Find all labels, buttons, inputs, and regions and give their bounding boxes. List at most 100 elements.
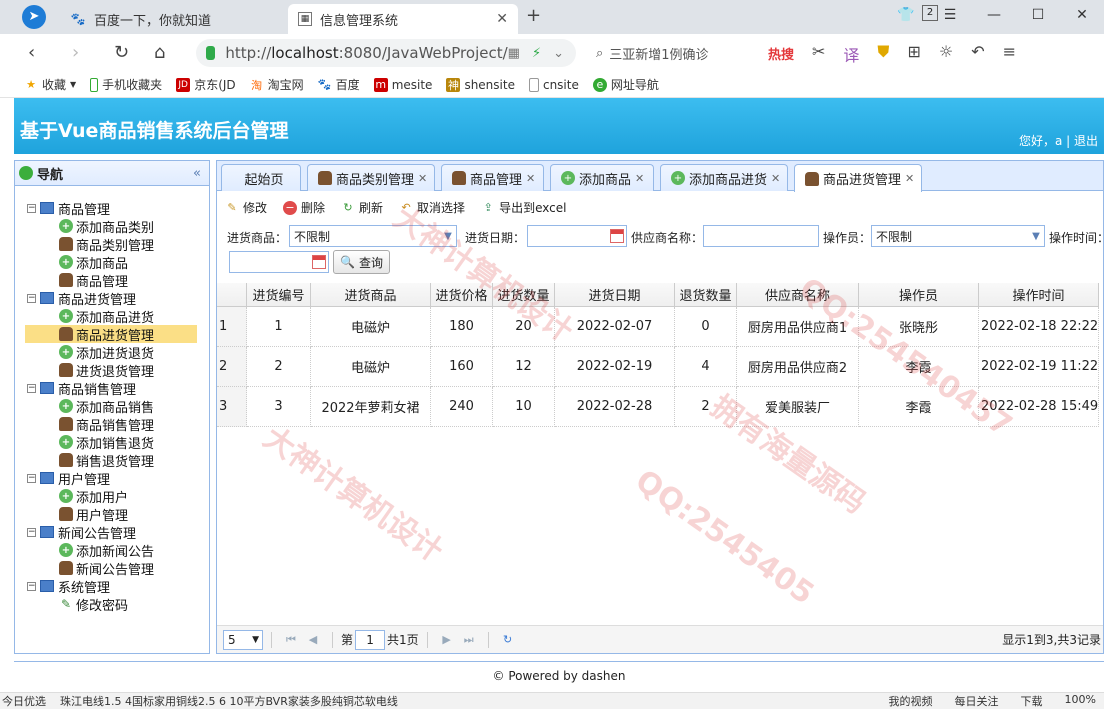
translate-icon[interactable]: 译 [843, 42, 859, 66]
query-button[interactable]: 🔍 查询 [333, 250, 390, 274]
nav-item[interactable]: + 添加新闻公告 [27, 541, 209, 560]
new-tab-icon[interactable]: + [526, 5, 541, 26]
nav-item[interactable]: 进货退货管理 [27, 361, 209, 380]
nav-group[interactable]: − 用户管理 [27, 469, 209, 488]
page-tab[interactable]: 商品管理 ✕ [441, 164, 544, 191]
operator-select[interactable]: 不限制 ▼ [871, 225, 1045, 247]
undo-icon[interactable]: ↶ [971, 42, 984, 66]
logout-link[interactable]: 退出 [1074, 134, 1098, 148]
collapse-toggle-icon[interactable]: − [27, 581, 36, 591]
browser-compass-icon[interactable]: ➤ [22, 5, 46, 29]
lightning-icon[interactable]: ⚡ [532, 46, 541, 61]
close-icon[interactable]: ✕ [905, 172, 914, 185]
url-input[interactable]: http://localhost:8080/JavaWebProject/ ▦ … [196, 39, 576, 67]
collapse-toggle-icon[interactable]: − [27, 203, 36, 213]
nav-item[interactable]: 用户管理 [27, 505, 209, 524]
reload-icon[interactable]: ↻ [497, 633, 519, 646]
close-window-icon[interactable]: ✕ [1060, 0, 1104, 30]
column-header[interactable]: 进货数量 [493, 283, 555, 307]
status-zoom[interactable]: 100% [1065, 693, 1096, 709]
collapse-icon[interactable]: « [193, 166, 201, 181]
table-row[interactable]: 3 3 2022年萝莉女裙 240 10 2022-02-28 2 爱美服装厂 李霞 2022-0… [217, 387, 1099, 427]
purchase-date-input[interactable] [527, 225, 627, 247]
deselect-button[interactable]: ↶ 取消选择 [399, 199, 465, 216]
bookmark-favorites[interactable]: ★ 收藏 ▼ [24, 76, 76, 93]
page-size-select[interactable]: 5 ▼ [223, 629, 263, 650]
status-ticker[interactable]: 珠江电线1.5 4国标家用铜线2.5 6 10平方BVR家装多股纯铜芯软电线 [60, 693, 398, 709]
page-tab[interactable]: 起始页 [221, 164, 301, 191]
first-page-icon[interactable]: ⏮ [280, 633, 302, 647]
export-excel-button[interactable]: ⇪ 导出到excel [481, 199, 566, 216]
collapse-toggle-icon[interactable]: − [27, 293, 36, 303]
column-header[interactable]: 进货价格 [431, 283, 493, 307]
column-header[interactable]: 操作员 [859, 283, 979, 307]
calendar-icon[interactable] [312, 255, 326, 269]
bookmark-jd[interactable]: JD 京东(JD [176, 76, 236, 93]
status-left[interactable]: 今日优选 [0, 693, 46, 709]
page-tab[interactable]: + 添加商品 ✕ [550, 164, 654, 191]
next-page-icon[interactable]: ▶ [436, 633, 458, 646]
page-tab[interactable]: 商品进货管理 ✕ [794, 164, 922, 192]
column-header[interactable]: 进货编号 [247, 283, 311, 307]
page-tab[interactable]: 商品类别管理 ✕ [307, 164, 435, 191]
nav-item[interactable]: 商品管理 [27, 271, 209, 290]
nav-item[interactable]: + 添加商品 [27, 253, 209, 272]
column-header[interactable]: 进货日期 [555, 283, 675, 307]
hot-search-badge[interactable]: 热搜 [768, 44, 802, 63]
apps-icon[interactable]: ⊞ [907, 42, 920, 66]
collapse-toggle-icon[interactable]: − [27, 473, 36, 483]
nav-group[interactable]: − 新闻公告管理 [27, 523, 209, 542]
status-daily[interactable]: 每日关注 [955, 693, 999, 709]
bookmark-nav[interactable]: e 网址导航 [592, 76, 659, 93]
nav-item[interactable]: + 添加商品进货 [27, 307, 209, 326]
page-tab[interactable]: + 添加商品进货 ✕ [660, 164, 788, 191]
home-icon[interactable]: ⌂ [154, 42, 165, 63]
status-video[interactable]: 我的视频 [889, 693, 933, 709]
refresh-button[interactable]: ↻ 刷新 [341, 199, 383, 216]
supplier-input[interactable] [703, 225, 819, 247]
minimize-icon[interactable]: — [972, 0, 1016, 30]
browser-tab-active[interactable]: ▦ 信息管理系统 ✕ [288, 4, 518, 34]
grid-icon[interactable]: ▦ [508, 46, 520, 61]
nav-item[interactable]: 商品进货管理 [25, 325, 197, 344]
scissors-icon[interactable]: ✂ [812, 42, 825, 66]
menu-icon[interactable]: ≡ [1003, 42, 1016, 66]
bookmark-cnsite[interactable]: cnsite [528, 77, 579, 92]
page-number-input[interactable]: 1 [355, 629, 386, 650]
brightness-icon[interactable]: ☼ [939, 42, 953, 66]
maximize-icon[interactable]: ☐ [1016, 0, 1060, 30]
nav-group[interactable]: − 系统管理 [27, 577, 209, 596]
back-icon[interactable]: ‹ [28, 42, 35, 63]
nav-item[interactable]: + 添加进货退货 [27, 343, 209, 362]
collapse-toggle-icon[interactable]: − [27, 527, 36, 537]
close-icon[interactable]: ✕ [635, 172, 644, 185]
delete-button[interactable]: − 删除 [283, 199, 325, 216]
shirt-icon[interactable]: 👕 [884, 0, 928, 30]
nav-group[interactable]: − 商品销售管理 [27, 379, 209, 398]
nav-item[interactable]: + 添加销售退货 [27, 433, 209, 452]
nav-item[interactable]: + 添加商品类别 [27, 217, 209, 236]
close-icon[interactable]: ✕ [496, 11, 508, 27]
nav-group[interactable]: − 商品管理 [27, 199, 209, 218]
optime-input[interactable] [229, 251, 329, 273]
column-header[interactable]: 供应商名称 [737, 283, 859, 307]
browser-tab-baidu[interactable]: 🐾 百度一下，你就知道 [60, 4, 288, 34]
close-icon[interactable]: ✕ [771, 172, 780, 185]
close-icon[interactable]: ✕ [526, 172, 535, 185]
column-header[interactable]: 退货数量 [675, 283, 737, 307]
table-row[interactable]: 1 1 电磁炉 180 20 2022-02-07 0 厨房用品供应商1 张晓彤 2022-02-… [217, 307, 1099, 347]
bookmark-mesite[interactable]: m mesite [373, 77, 432, 92]
edit-button[interactable]: ✎ 修改 [225, 199, 267, 216]
product-select[interactable]: 不限制 ▼ [289, 225, 457, 247]
column-header[interactable]: 操作时间 [979, 283, 1099, 307]
prev-page-icon[interactable]: ◀ [302, 633, 324, 646]
bookmark-mobile[interactable]: 手机收藏夹 [90, 76, 162, 93]
search-input[interactable]: ⌕ 三亚新增1例确诊 热搜 [588, 39, 802, 67]
calendar-icon[interactable] [610, 229, 624, 243]
bookmark-baidu[interactable]: 🐾 百度 [318, 76, 360, 93]
reload-icon[interactable]: ↻ [114, 42, 129, 63]
collapse-toggle-icon[interactable]: − [27, 383, 36, 393]
close-icon[interactable]: ✕ [418, 172, 427, 185]
nav-item[interactable]: + 添加商品销售 [27, 397, 209, 416]
forward-icon[interactable]: › [72, 42, 79, 63]
